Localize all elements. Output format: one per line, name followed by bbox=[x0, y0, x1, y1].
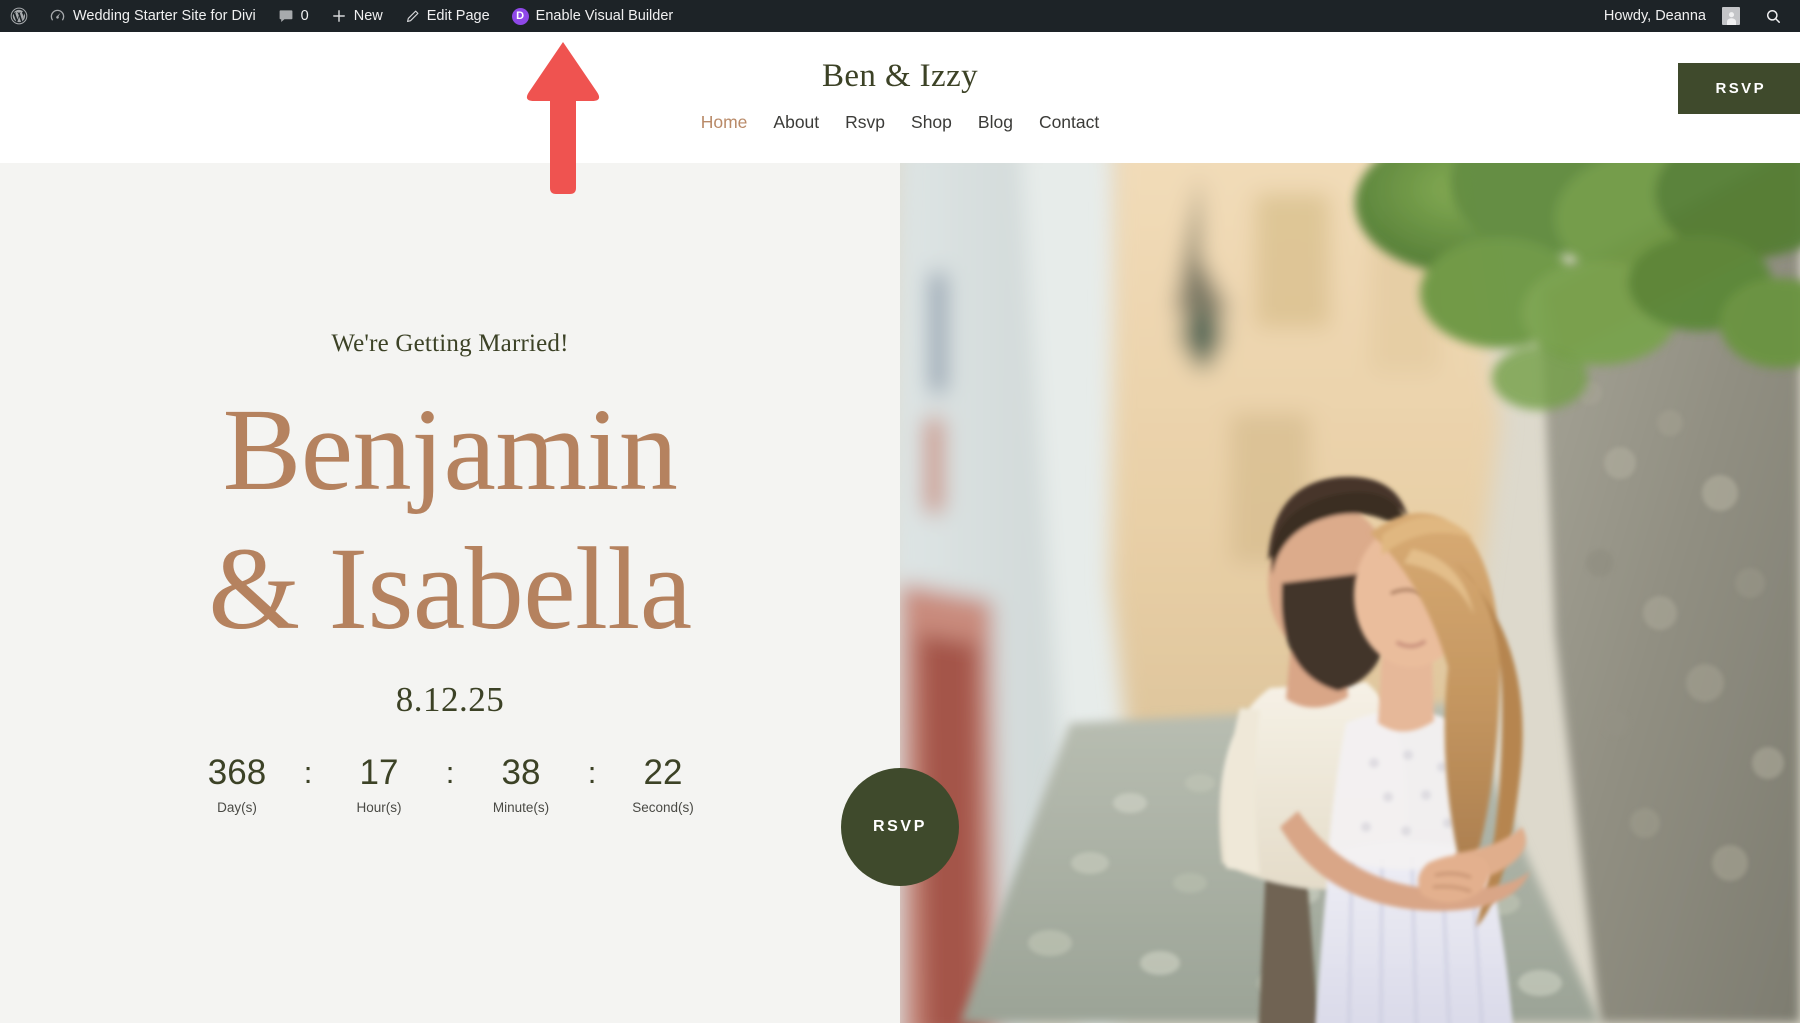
hero-wedding-date: 8.12.25 bbox=[0, 680, 900, 720]
countdown-hours-label: Hour(s) bbox=[336, 800, 422, 815]
countdown-seconds-label: Second(s) bbox=[620, 800, 706, 815]
countdown-separator-2: : bbox=[422, 754, 478, 791]
nav-item-rsvp[interactable]: Rsvp bbox=[832, 112, 898, 133]
countdown-days-label: Day(s) bbox=[194, 800, 280, 815]
countdown-timer: 368 Day(s) : 17 Hour(s) : 38 Minute(s) : bbox=[0, 754, 900, 815]
countdown-minutes: 38 Minute(s) bbox=[478, 754, 564, 815]
admin-bar-right-group: Howdy, Deanna bbox=[1593, 0, 1800, 32]
countdown-minutes-value: 38 bbox=[478, 754, 564, 793]
site-logo-text[interactable]: Ben & Izzy bbox=[0, 58, 1800, 95]
hero-text-panel: We're Getting Married! Benjamin & Isabel… bbox=[0, 163, 900, 1023]
site-name-label: Wedding Starter Site for Divi bbox=[73, 0, 256, 32]
edit-page-link[interactable]: Edit Page bbox=[394, 0, 501, 32]
dashboard-speedometer-icon bbox=[49, 8, 66, 25]
header-rsvp-button[interactable]: RSVP bbox=[1678, 63, 1800, 114]
countdown-hours-value: 17 bbox=[336, 754, 422, 793]
countdown-seconds-value: 22 bbox=[620, 754, 706, 793]
browser-page: Wedding Starter Site for Divi 0 New Edit… bbox=[0, 0, 1800, 1023]
comments-menu[interactable]: 0 bbox=[267, 0, 320, 32]
nav-item-about[interactable]: About bbox=[760, 112, 832, 133]
account-menu[interactable]: Howdy, Deanna bbox=[1593, 0, 1751, 32]
hero-photo bbox=[900, 163, 1800, 1023]
howdy-label: Howdy, Deanna bbox=[1604, 0, 1706, 32]
countdown-separator-1: : bbox=[280, 754, 336, 791]
nav-item-home[interactable]: Home bbox=[688, 112, 761, 133]
edit-page-label: Edit Page bbox=[427, 0, 490, 32]
hero-eyebrow: We're Getting Married! bbox=[0, 330, 900, 358]
countdown-days-value: 368 bbox=[194, 754, 280, 793]
plus-icon bbox=[331, 8, 347, 24]
hero-copy: We're Getting Married! Benjamin & Isabel… bbox=[0, 163, 900, 815]
search-icon bbox=[1765, 8, 1782, 25]
pencil-icon bbox=[405, 9, 420, 24]
countdown-days: 368 Day(s) bbox=[194, 754, 280, 815]
nav-item-contact[interactable]: Contact bbox=[1026, 112, 1112, 133]
hero-rsvp-circle-button[interactable]: RSVP bbox=[841, 768, 959, 886]
user-avatar-icon bbox=[1722, 7, 1740, 25]
admin-bar-left-group: Wedding Starter Site for Divi 0 New Edit… bbox=[0, 0, 684, 32]
countdown-separator-3: : bbox=[564, 754, 620, 791]
hero-name-line-1: Benjamin bbox=[0, 380, 900, 519]
nav-item-blog[interactable]: Blog bbox=[965, 112, 1026, 133]
wp-logo-menu[interactable] bbox=[0, 0, 38, 32]
wordpress-logo-icon bbox=[9, 6, 29, 26]
new-content-menu[interactable]: New bbox=[320, 0, 394, 32]
hero-name-line-2: & Isabella bbox=[0, 519, 900, 658]
countdown-minutes-label: Minute(s) bbox=[478, 800, 564, 815]
wp-admin-bar: Wedding Starter Site for Divi 0 New Edit… bbox=[0, 0, 1800, 32]
enable-visual-builder-label: Enable Visual Builder bbox=[536, 0, 674, 32]
hero-names: Benjamin & Isabella bbox=[0, 380, 900, 658]
site-name-menu[interactable]: Wedding Starter Site for Divi bbox=[38, 0, 267, 32]
enable-visual-builder-link[interactable]: D Enable Visual Builder bbox=[501, 0, 685, 32]
comments-count: 0 bbox=[301, 0, 309, 32]
site-header: Ben & Izzy Home About Rsvp Shop Blog Con… bbox=[0, 32, 1800, 163]
nav-item-shop[interactable]: Shop bbox=[898, 112, 965, 133]
comment-bubble-icon bbox=[278, 8, 294, 24]
new-content-label: New bbox=[354, 0, 383, 32]
countdown-seconds: 22 Second(s) bbox=[620, 754, 706, 815]
main-navigation: Home About Rsvp Shop Blog Contact bbox=[0, 112, 1800, 133]
divi-logo-icon: D bbox=[512, 8, 529, 25]
hero-section: We're Getting Married! Benjamin & Isabel… bbox=[0, 163, 1800, 1023]
countdown-hours: 17 Hour(s) bbox=[336, 754, 422, 815]
admin-bar-search-button[interactable] bbox=[1751, 8, 1786, 25]
